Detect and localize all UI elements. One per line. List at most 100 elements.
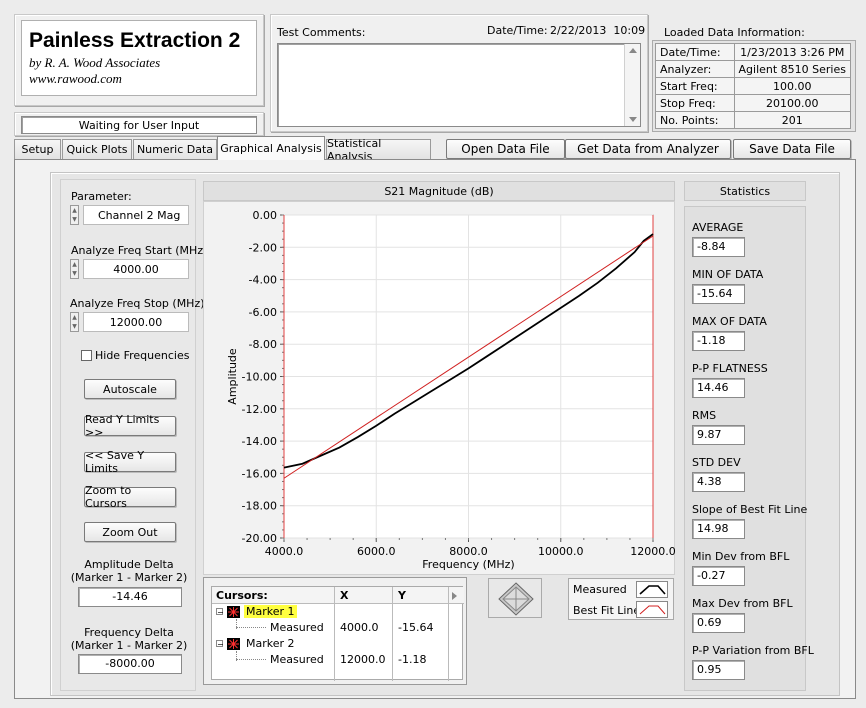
freq-stop-label: Analyze Freq Stop (MHz) — [70, 297, 205, 310]
stat-value: -15.64 — [692, 284, 745, 304]
app-url: www.rawood.com — [29, 71, 122, 86]
col-divider — [392, 587, 393, 681]
freq-stop-spinner[interactable]: ▲ ▼ — [70, 312, 79, 332]
stat-label: P-P Variation from BFL — [692, 644, 814, 657]
parameter-select[interactable]: Channel 2 Mag — [83, 205, 189, 225]
cursors-header-row: Cursors: X Y — [212, 587, 464, 681]
loaded-info-key: Start Freq: — [655, 77, 735, 95]
chart-title: S21 Magnitude (dB) — [384, 184, 494, 198]
comments-panel: Test Comments: Date/Time: 2/22/2013 10:0… — [270, 14, 648, 132]
datetime-value: 2/22/2013 10:09 — [550, 24, 646, 37]
autoscale-button[interactable]: Autoscale — [84, 379, 176, 399]
cursor-sub-label: Measured — [270, 621, 324, 634]
zoom-out-button[interactable]: Zoom Out — [84, 522, 176, 542]
frequency-delta-label: Frequency Delta (Marker 1 - Marker 2) — [70, 626, 188, 652]
cursor-name: Marker 1 — [244, 605, 297, 618]
legend-bestfit-swatch — [636, 601, 668, 618]
pan-navigator-icon[interactable] — [489, 579, 543, 619]
freq-start-spinner[interactable]: ▲ ▼ — [70, 259, 79, 279]
title-box: Painless Extraction 2 by R. A. Wood Asso… — [21, 20, 257, 96]
x-tick-label: 4000.0 — [265, 545, 304, 558]
hide-frequencies-checkbox[interactable] — [81, 350, 92, 361]
loaded-info-row: Date/Time: 1/23/2013 3:26 PM — [655, 43, 851, 61]
cursors-header-y: Y — [398, 589, 406, 602]
cursors-table: Cursors: X Y − Marker 1 Measured 4000.0 -15.… — [211, 586, 464, 681]
y-tick-label: -14.00 — [242, 435, 277, 448]
amplitude-delta-value: -14.46 — [78, 587, 182, 607]
tab-statistical-analysis[interactable]: Statistical Analysis — [326, 137, 431, 163]
collapse-icon[interactable]: − — [216, 640, 224, 649]
freq-start-input[interactable]: 4000.00 — [83, 259, 189, 279]
stat-value: 14.98 — [692, 519, 745, 539]
loaded-info-row: Analyzer: Agilent 8510 Series — [655, 60, 851, 78]
stat-value: 9.87 — [692, 425, 745, 445]
cursor-sub-label: Measured — [270, 653, 324, 666]
stat-label: Min Dev from BFL — [692, 550, 790, 563]
x-tick-label: 8000.0 — [449, 545, 488, 558]
legend: Measured Best Fit Line — [568, 578, 674, 620]
comments-textarea[interactable] — [277, 43, 641, 127]
stat-label: P-P FLATNESS — [692, 362, 768, 375]
loaded-info-key: No. Points: — [655, 111, 735, 129]
stat-label: Slope of Best Fit Line — [692, 503, 808, 516]
tab-quick-plots[interactable]: Quick Plots — [62, 139, 132, 159]
parameter-label: Parameter: — [71, 190, 132, 203]
loaded-info-row: Start Freq: 100.00 — [655, 77, 851, 95]
freq-start-label: Analyze Freq Start (MHz) — [71, 244, 208, 257]
legend-bestfit-label: Best Fit Line — [573, 604, 641, 617]
scroll-down-icon[interactable] — [629, 117, 637, 122]
stat-label: AVERAGE — [692, 221, 744, 234]
hide-frequencies-label: Hide Frequencies — [95, 349, 190, 362]
cursors-scroll-right-icon[interactable] — [452, 592, 457, 600]
legend-measured-label: Measured — [573, 583, 627, 596]
loaded-info-panel: Date/Time: 1/23/2013 3:26 PM Analyzer: Agil… — [652, 40, 856, 132]
statistics-title-bar: Statistics — [684, 181, 806, 201]
loaded-info-key: Date/Time: — [655, 43, 735, 61]
chart-svg: 0.00 -2.00 -4.00 -6.00 -8.00 -10.00 -12.00 -14.… — [226, 209, 676, 571]
save-y-limits-button[interactable]: << Save Y Limits — [84, 449, 176, 475]
stat-value: -8.84 — [692, 237, 745, 257]
status-panel: Waiting for User Input — [14, 112, 264, 136]
app-title: Painless Extraction 2 — [29, 29, 241, 52]
loaded-info-value: Agilent 8510 Series — [733, 60, 851, 78]
x-axis-label: Frequency (MHz) — [422, 558, 514, 571]
loaded-info-value: 100.00 — [733, 77, 851, 95]
zoom-to-cursors-button[interactable]: Zoom to Cursors — [84, 484, 176, 510]
statistics-title: Statistics — [719, 184, 771, 198]
cursors-panel: Cursors: X Y − Marker 1 Measured 4000.0 -15.… — [203, 577, 467, 685]
tree-connector — [236, 659, 266, 660]
collapse-icon[interactable]: − — [216, 608, 224, 617]
legend-measured-swatch — [636, 581, 668, 598]
controls-panel: Parameter: ▲ ▼ Channel 2 Mag Analyze Freq… — [60, 179, 207, 691]
loaded-info-row: Stop Freq: 20100.00 — [655, 94, 851, 112]
freq-stop-input[interactable]: 12000.00 — [83, 312, 189, 332]
stat-label: MIN OF DATA — [692, 268, 764, 281]
stat-label: RMS — [692, 409, 717, 422]
tab-setup[interactable]: Setup — [14, 139, 61, 159]
col-divider — [448, 587, 449, 681]
y-tick-label: -10.00 — [242, 371, 277, 384]
stat-value: 0.69 — [692, 613, 745, 633]
x-tick-label: 6000.0 — [357, 545, 396, 558]
stat-value: 0.95 — [692, 660, 745, 680]
parameter-spinner[interactable]: ▲ ▼ — [70, 205, 79, 225]
tab-graphical-analysis[interactable]: Graphical Analysis — [217, 136, 325, 160]
y-tick-label: -6.00 — [249, 306, 277, 319]
status-field: Waiting for User Input — [21, 116, 257, 134]
read-y-limits-button[interactable]: Read Y Limits >> — [84, 413, 176, 439]
open-data-file-button[interactable]: Open Data File — [446, 139, 565, 159]
tab-numeric-data[interactable]: Numeric Data — [133, 139, 217, 159]
loaded-info-value: 20100.00 — [733, 94, 851, 112]
get-data-from-analyzer-button[interactable]: Get Data from Analyzer — [565, 139, 731, 159]
y-tick-label: -18.00 — [242, 500, 277, 513]
cursor-marker-icon — [227, 606, 240, 618]
amplitude-delta-label: Amplitude Delta (Marker 1 - Marker 2) — [70, 558, 188, 584]
y-tick-label: -2.00 — [249, 241, 277, 254]
save-data-file-button[interactable]: Save Data File — [733, 139, 851, 159]
loaded-info-key: Stop Freq: — [655, 94, 735, 112]
stat-label: Max Dev from BFL — [692, 597, 793, 610]
stat-value: -1.18 — [692, 331, 745, 351]
comments-scrollbar[interactable] — [624, 44, 640, 126]
scroll-up-icon[interactable] — [629, 48, 637, 53]
cursor-marker-icon — [227, 638, 240, 650]
